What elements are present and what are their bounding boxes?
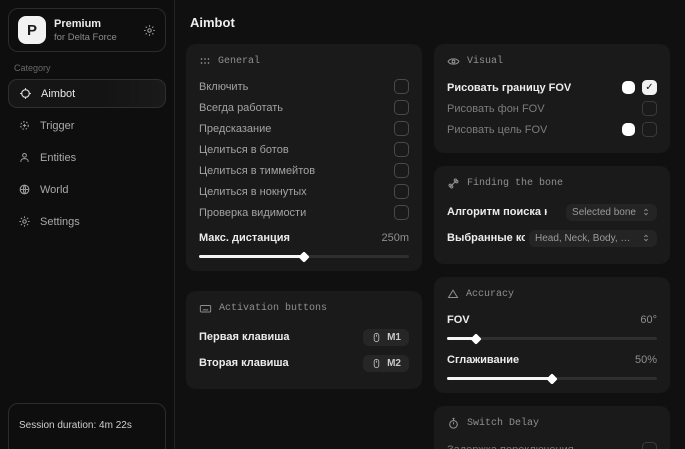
keybind-row: Вторая клавиша M2 xyxy=(199,350,409,376)
panel-title: General xyxy=(218,56,260,67)
stopwatch-icon xyxy=(447,417,460,430)
panel-finding-bone: Finding the bone Алгоритм поиска костей … xyxy=(434,166,670,264)
fov-slider-row: FOV 60° xyxy=(447,309,657,340)
trigger-icon xyxy=(18,119,31,132)
sidebar-item-settings[interactable]: Settings xyxy=(8,207,166,236)
max-distance-slider-row: Макс. дистанция 250m xyxy=(199,227,409,258)
brand-name: Premium xyxy=(54,18,135,30)
grid-icon xyxy=(199,55,211,67)
slider-value: 250m xyxy=(381,232,409,244)
sidebar-item-trigger[interactable]: Trigger xyxy=(8,111,166,140)
page-title: Aimbot xyxy=(190,15,685,30)
slider[interactable] xyxy=(447,337,657,340)
dropdown-row: Выбранные кости Head, Neck, Body, Pe.. xyxy=(447,225,657,251)
checkbox[interactable] xyxy=(642,442,657,449)
sidebar-item-world[interactable]: World xyxy=(8,175,166,204)
checkbox[interactable]: ✓ xyxy=(642,80,657,95)
checkbox[interactable] xyxy=(394,79,409,94)
checkbox[interactable] xyxy=(394,100,409,115)
main-content: Aimbot General Включить Всегда работать … xyxy=(175,0,685,449)
unfold-icon xyxy=(641,233,651,243)
panel-general: General Включить Всегда работать Предска… xyxy=(186,44,422,271)
color-swatch[interactable] xyxy=(622,123,635,136)
bone-icon xyxy=(447,177,460,190)
keybind-button-m2[interactable]: M2 xyxy=(363,355,409,372)
checkbox[interactable] xyxy=(642,122,657,137)
gear-icon[interactable] xyxy=(143,24,156,37)
slider-handle[interactable] xyxy=(546,373,557,384)
checkbox[interactable] xyxy=(394,163,409,178)
panel-accuracy: Accuracy FOV 60° Сглаживание 50% xyxy=(434,277,670,393)
selected-bones-select[interactable]: Head, Neck, Body, Pe.. xyxy=(529,230,657,247)
sidebar: P Premium for Delta Force Category Aimbo… xyxy=(0,0,175,449)
sidebar-item-label: Entities xyxy=(40,152,76,164)
mouse-icon xyxy=(371,358,382,369)
mouse-icon xyxy=(371,332,382,343)
sidebar-item-label: Settings xyxy=(40,216,80,228)
panel-title: Switch Delay xyxy=(467,418,539,429)
entities-icon xyxy=(18,151,31,164)
checkbox[interactable] xyxy=(394,121,409,136)
sidebar-item-label: World xyxy=(40,184,69,196)
sidebar-item-label: Aimbot xyxy=(41,88,75,100)
slider[interactable] xyxy=(199,255,409,258)
panel-title: Visual xyxy=(467,56,503,67)
keybind-row: Первая клавиша M1 xyxy=(199,324,409,350)
slider-handle[interactable] xyxy=(471,333,482,344)
smoothing-slider-row: Сглаживание 50% xyxy=(447,349,657,380)
toggle-row: Проверка видимости xyxy=(199,202,409,223)
category-label: Category xyxy=(14,63,160,73)
visual-row: Рисовать цель FOV xyxy=(447,119,657,140)
panel-title: Activation buttons xyxy=(219,303,327,314)
keyboard-icon xyxy=(199,302,212,315)
keybind-button-m1[interactable]: M1 xyxy=(363,329,409,346)
toggle-row: Задержка переключения xyxy=(447,439,657,449)
panel-visual: Visual Рисовать границу FOV ✓ Рисовать ф… xyxy=(434,44,670,153)
panel-title: Finding the bone xyxy=(467,178,563,189)
dropdown-row: Алгоритм поиска костей Selected bone xyxy=(447,199,657,225)
checkbox[interactable] xyxy=(394,205,409,220)
toggle-row: Целиться в нокнутых xyxy=(199,181,409,202)
toggle-row: Целиться в тиммейтов xyxy=(199,160,409,181)
session-duration-text: Session duration: 4m 22s xyxy=(19,420,132,431)
panel-switch-delay: Switch Delay Задержка переключения Задер… xyxy=(434,406,670,449)
slider-handle[interactable] xyxy=(298,251,309,262)
brand-box: P Premium for Delta Force xyxy=(8,8,166,52)
sidebar-item-aimbot[interactable]: Aimbot xyxy=(8,79,166,108)
settings-gear-icon xyxy=(18,215,31,228)
globe-icon xyxy=(18,183,31,196)
checkbox[interactable] xyxy=(394,184,409,199)
toggle-row: Включить xyxy=(199,76,409,97)
visual-row: Рисовать фон FOV xyxy=(447,98,657,119)
checkbox[interactable] xyxy=(642,101,657,116)
sidebar-item-entities[interactable]: Entities xyxy=(8,143,166,172)
checkbox[interactable] xyxy=(394,142,409,157)
toggle-row: Предсказание xyxy=(199,118,409,139)
panel-activation-buttons: Activation buttons Первая клавиша M1 xyxy=(186,291,422,389)
unfold-icon xyxy=(641,207,651,217)
slider-value: 60° xyxy=(640,314,657,326)
triangle-icon xyxy=(447,288,459,300)
crosshair-icon xyxy=(19,87,32,100)
bone-algorithm-select[interactable]: Selected bone xyxy=(566,204,657,221)
panel-title: Accuracy xyxy=(466,289,514,300)
visual-row: Рисовать границу FOV ✓ xyxy=(447,77,657,98)
brand-subtitle: for Delta Force xyxy=(54,32,135,43)
brand-logo: P xyxy=(18,16,46,44)
eye-icon xyxy=(447,55,460,68)
toggle-row: Всегда работать xyxy=(199,97,409,118)
session-duration-box: Session duration: 4m 22s xyxy=(8,403,166,449)
toggle-row: Целиться в ботов xyxy=(199,139,409,160)
sidebar-item-label: Trigger xyxy=(40,120,74,132)
color-swatch[interactable] xyxy=(622,81,635,94)
slider[interactable] xyxy=(447,377,657,380)
slider-value: 50% xyxy=(635,354,657,366)
